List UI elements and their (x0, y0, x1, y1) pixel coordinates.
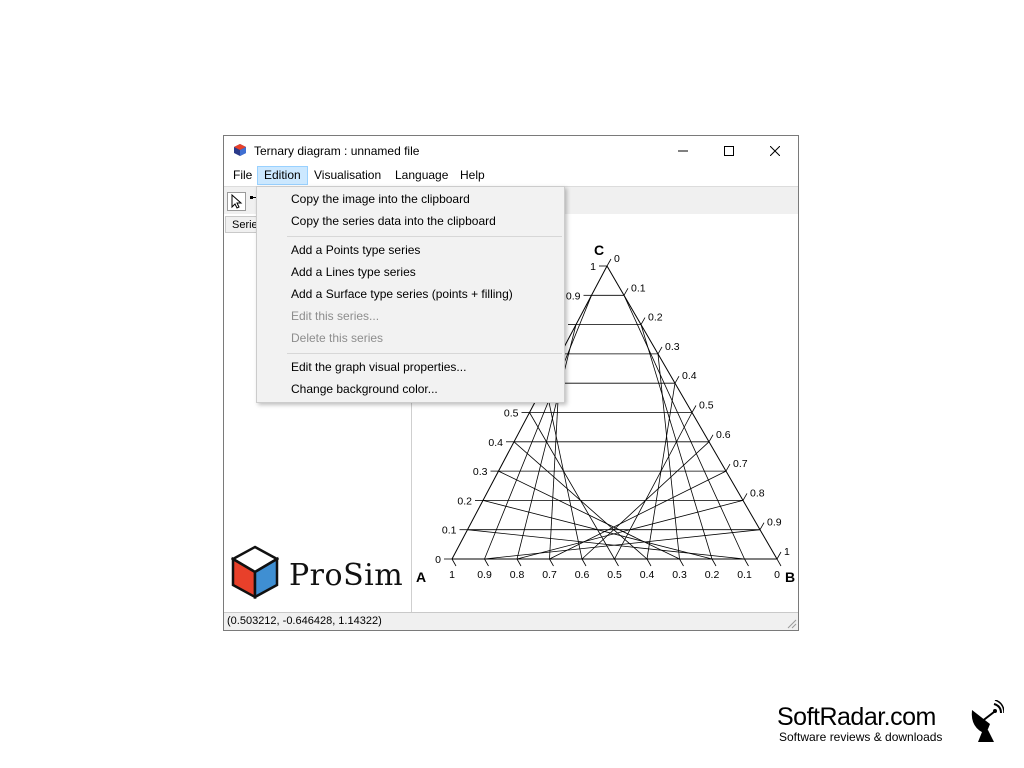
right-tick-label: 0.2 (648, 312, 663, 324)
edition-dropdown-menu: Copy the image into the clipboard Copy t… (256, 186, 565, 403)
menu-add-lines-series[interactable]: Add a Lines type series (291, 261, 416, 283)
left-tick-label: 1 (590, 261, 596, 273)
tick-mark (451, 558, 457, 567)
status-bar: (0.503212, -0.646428, 1.14322) (224, 612, 798, 630)
tick-mark (742, 493, 748, 501)
bottom-tick-label: 0.3 (672, 569, 687, 581)
vertex-b-label: B (785, 569, 795, 585)
right-tick-label: 0.7 (733, 458, 748, 470)
bottom-tick-label: 0.8 (510, 569, 525, 581)
tick-mark (623, 288, 629, 296)
minimize-icon (678, 150, 688, 151)
right-tick-label: 1 (784, 546, 790, 558)
menu-copy-series-data[interactable]: Copy the series data into the clipboard (291, 210, 496, 232)
tick-mark (674, 376, 680, 384)
menu-file[interactable]: File (226, 166, 259, 185)
tick-mark (691, 405, 697, 413)
minimize-button[interactable] (660, 136, 706, 165)
grid-line (529, 412, 615, 560)
vertex-a-label: A (416, 569, 426, 585)
left-tick-label: 0 (435, 554, 441, 566)
bottom-tick-label: 1 (449, 569, 455, 581)
right-tick-label: 0.8 (750, 487, 765, 499)
tick-mark (606, 258, 612, 267)
tick-mark (657, 346, 663, 355)
bottom-tick-label: 0.4 (640, 569, 655, 581)
bottom-tick-label: 0.1 (737, 569, 752, 581)
grid-line (467, 529, 745, 560)
menu-separator (287, 236, 562, 237)
left-tick-label: 0.1 (442, 525, 457, 537)
cursor-arrow-icon (231, 193, 243, 209)
tick-mark (549, 558, 554, 567)
left-tick-label: 0.5 (504, 408, 519, 420)
grid-line (623, 295, 745, 560)
menu-edit-series: Edit this series... (291, 309, 380, 323)
menu-language[interactable]: Language (388, 166, 455, 185)
tick-mark (759, 522, 765, 530)
app-icon (234, 144, 246, 156)
menu-bar: File Edition Visualisation Language Help (224, 165, 798, 186)
bottom-tick-label: 0.6 (575, 569, 590, 581)
prosim-logo-icon (231, 545, 279, 599)
menu-help[interactable]: Help (453, 166, 492, 185)
menu-edition[interactable]: Edition (257, 166, 308, 185)
grid-line (498, 470, 680, 560)
resize-grip-icon[interactable] (785, 617, 797, 629)
title-bar[interactable]: Ternary diagram : unnamed file (224, 136, 798, 165)
close-icon (770, 145, 780, 156)
window-title: Ternary diagram : unnamed file (254, 144, 420, 158)
tick-mark (484, 558, 489, 567)
right-tick-label: 0.6 (716, 429, 731, 441)
left-tick-label: 0.9 (566, 290, 581, 302)
menu-delete-series: Delete this series (291, 331, 384, 345)
right-tick-label: 0.5 (699, 400, 714, 412)
menu-visualisation[interactable]: Visualisation (307, 166, 388, 185)
bottom-tick-label: 0.2 (705, 569, 720, 581)
bottom-tick-label: 0.5 (607, 569, 622, 581)
bottom-tick-label: 0.9 (477, 569, 492, 581)
right-tick-label: 0.4 (682, 370, 697, 382)
cursor-coordinates: (0.503212, -0.646428, 1.14322) (227, 615, 382, 627)
tick-mark (640, 317, 646, 325)
right-tick-label: 0.3 (665, 341, 680, 353)
watermark-name: SoftRadar.com (777, 703, 936, 731)
menu-change-background[interactable]: Change background color... (291, 378, 438, 400)
right-tick-label: 0.1 (631, 282, 646, 294)
vertex-c-label: C (594, 242, 604, 258)
tick-mark (744, 558, 749, 567)
tick-mark (646, 558, 652, 567)
select-tool-button[interactable] (227, 192, 246, 211)
tick-mark (711, 558, 717, 567)
right-tick-label: 0.9 (767, 517, 782, 529)
tick-mark (776, 558, 782, 567)
menu-copy-image[interactable]: Copy the image into the clipboard (291, 188, 470, 210)
menu-edit-graph-properties[interactable]: Edit the graph visual properties... (291, 356, 466, 378)
tick-mark (581, 558, 587, 567)
menu-add-surface-series[interactable]: Add a Surface type series (points + fill… (291, 283, 513, 305)
tick-mark (708, 434, 714, 442)
menu-separator (287, 353, 562, 354)
menu-add-points-series[interactable]: Add a Points type series (291, 239, 420, 261)
watermark-tagline: Software reviews & downloads (779, 730, 943, 744)
bottom-tick-label: 0 (774, 569, 780, 581)
tick-mark (516, 558, 522, 567)
left-tick-label: 0.3 (473, 466, 488, 478)
softradar-watermark: SoftRadar.com Software reviews & downloa… (777, 703, 942, 744)
tick-mark (725, 463, 731, 472)
close-button[interactable] (752, 136, 798, 165)
tick-mark (614, 558, 619, 567)
maximize-icon (724, 145, 734, 156)
tick-mark (776, 551, 782, 560)
prosim-logo-text: ProSim (289, 558, 404, 593)
bottom-tick-label: 0.7 (542, 569, 557, 581)
left-tick-label: 0.2 (457, 495, 472, 507)
radar-dish-icon (971, 700, 1004, 742)
left-tick-label: 0.4 (488, 437, 503, 449)
maximize-button[interactable] (706, 136, 752, 165)
tick-mark (679, 558, 684, 567)
right-tick-label: 0 (614, 253, 620, 265)
